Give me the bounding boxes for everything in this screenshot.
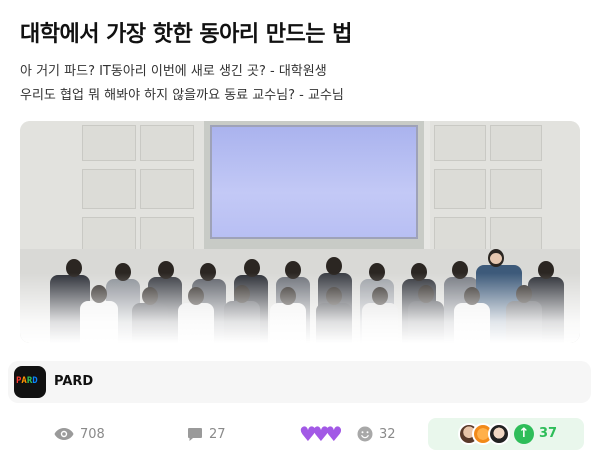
purple-heart-icon: ♥	[324, 422, 343, 446]
reactions-stat[interactable]: 32	[357, 424, 396, 444]
photo-bottom-fade	[20, 273, 580, 343]
views-stat: 708	[54, 424, 105, 444]
avatar	[488, 423, 510, 445]
comment-icon	[187, 426, 203, 442]
comments-count: 27	[209, 426, 226, 442]
post-subtitle-1: 아 거기 파드? IT동아리 이번에 새로 생긴 곳? - 대학원생	[20, 64, 327, 79]
upvote-count: 37	[539, 426, 558, 441]
post-title[interactable]: 대학에서 가장 핫한 동아리 만드는 법	[20, 16, 352, 48]
projector-screen	[204, 121, 424, 249]
source-name[interactable]: PARD	[54, 374, 93, 389]
upvote-button[interactable]: ↑ 37	[428, 418, 584, 450]
heart-reactions[interactable]: ♥ ♥ ♥	[299, 424, 343, 444]
reactions-count: 32	[379, 426, 396, 442]
smiley-icon	[357, 426, 373, 442]
post-cover-photo[interactable]	[20, 121, 580, 343]
eye-icon	[54, 427, 74, 441]
post-subtitle-2: 우리도 협업 뭐 해봐야 하지 않을까요 동료 교수님? - 교수님	[20, 88, 344, 103]
source-bar[interactable]: PARD PARD	[8, 361, 591, 403]
pard-logo[interactable]: PARD	[14, 366, 46, 398]
pard-logo-mark: PARD	[16, 376, 38, 386]
post-card[interactable]: 대학에서 가장 핫한 동아리 만드는 법 아 거기 파드? IT동아리 이번에 …	[0, 0, 599, 462]
arrow-up-icon: ↑	[514, 424, 534, 444]
comments-stat[interactable]: 27	[187, 424, 226, 444]
views-count: 708	[80, 426, 105, 442]
